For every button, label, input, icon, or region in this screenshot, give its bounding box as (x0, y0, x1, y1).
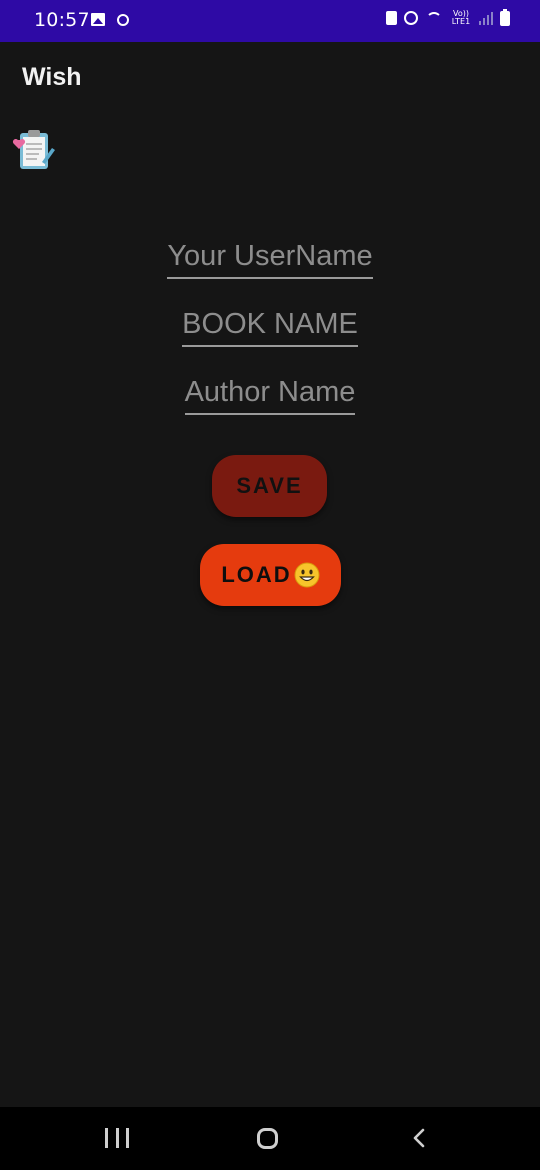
book-name-field[interactable]: BOOK NAME (0, 308, 540, 347)
navigation-bar (0, 1107, 540, 1170)
recent-apps-icon[interactable] (105, 1128, 129, 1148)
author-name-placeholder: Author Name (184, 376, 356, 415)
load-label: LOAD (221, 562, 292, 587)
gallery-icon (91, 13, 105, 26)
username-placeholder: Your UserName (167, 240, 373, 279)
save-button[interactable]: SAVE (212, 455, 327, 517)
book-name-placeholder: BOOK NAME (182, 308, 358, 347)
status-icons: Vo)) LTE1 (386, 8, 510, 26)
home-icon[interactable] (257, 1128, 278, 1149)
back-icon[interactable] (410, 1128, 428, 1148)
author-name-field[interactable]: Author Name (0, 376, 540, 415)
clipboard-heart-icon (12, 130, 55, 169)
signal-icon (479, 11, 493, 25)
alarm-icon (404, 11, 418, 25)
status-time: 10:57 (34, 9, 90, 31)
circle-dot-icon (117, 14, 129, 26)
load-button[interactable]: LOAD (200, 544, 341, 606)
grinning-face-emoji (294, 562, 320, 588)
volte-icon: Vo)) LTE1 (451, 9, 471, 26)
save-label: SAVE (236, 473, 303, 498)
username-field[interactable]: Your UserName (0, 240, 540, 279)
wifi-icon (425, 11, 443, 25)
status-bar: 10:57 Vo)) LTE1 (0, 0, 540, 42)
lock-icon (386, 11, 397, 25)
app-title: Wish (22, 63, 82, 91)
battery-icon (500, 8, 510, 26)
